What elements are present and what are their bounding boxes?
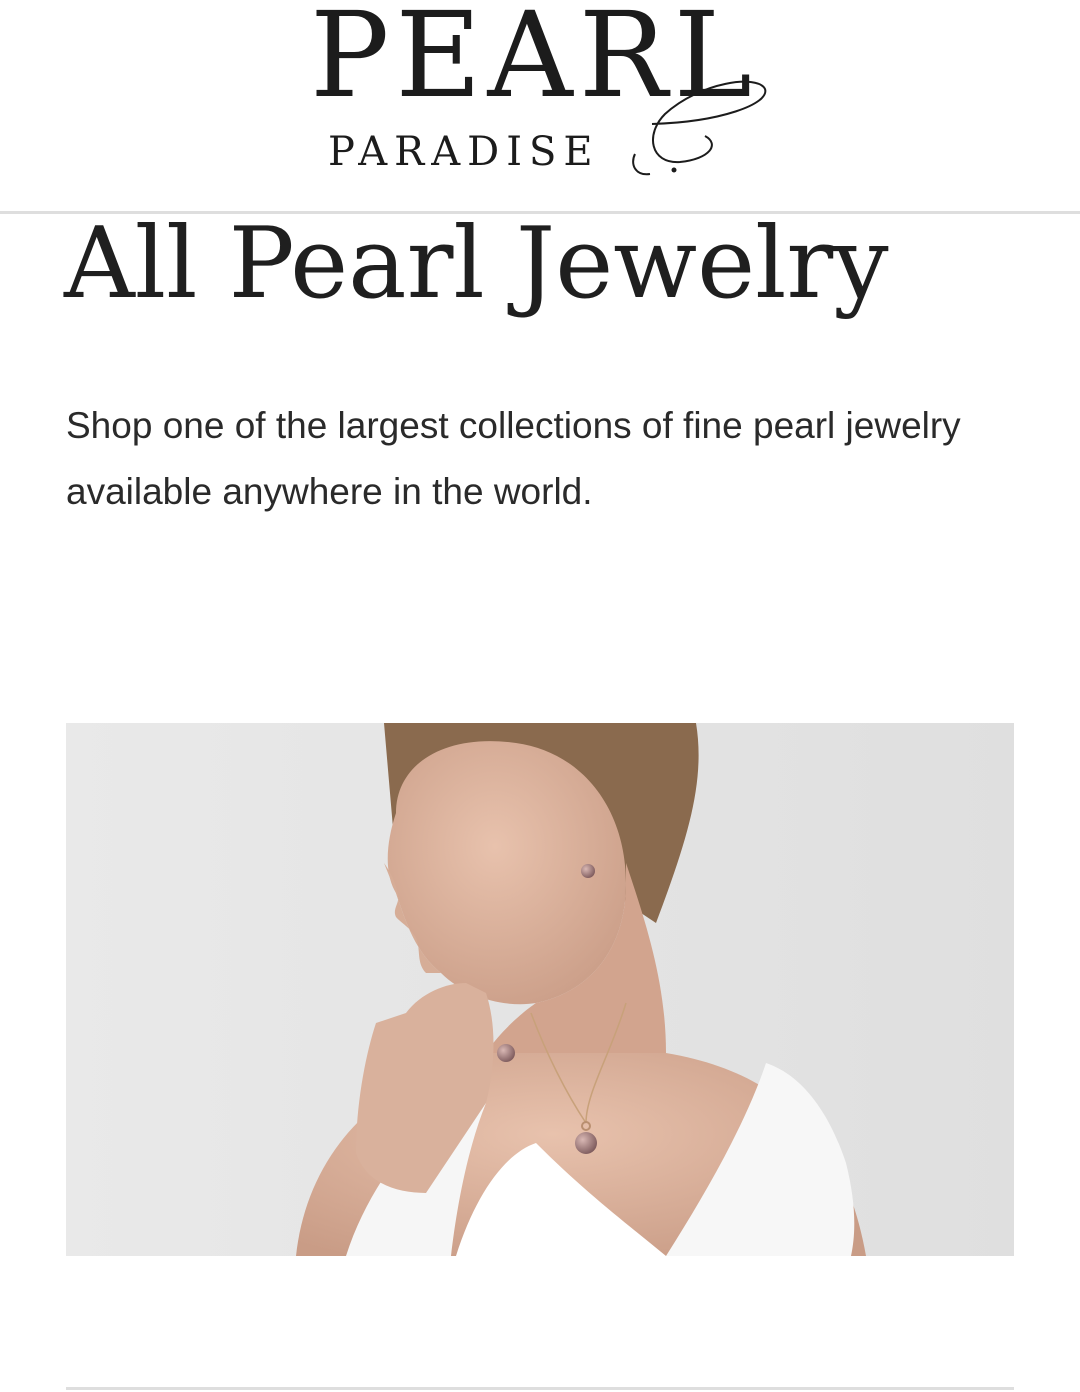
logo-word-pearl: PEARL bbox=[310, 0, 758, 124]
logo-word-paradise: PARADISE bbox=[328, 129, 600, 175]
model-photo-illustration bbox=[66, 723, 1014, 1256]
footer-divider bbox=[66, 1387, 1014, 1390]
intro-text: Shop one of the largest collections of f… bbox=[66, 405, 961, 512]
site-header: PEARL PARADISE bbox=[0, 0, 1080, 211]
pearl-paradise-logo[interactable]: PEARL PARADISE bbox=[300, 0, 780, 204]
page-title: All Pearl Jewelry bbox=[64, 207, 889, 321]
hero-image bbox=[66, 723, 1014, 1256]
